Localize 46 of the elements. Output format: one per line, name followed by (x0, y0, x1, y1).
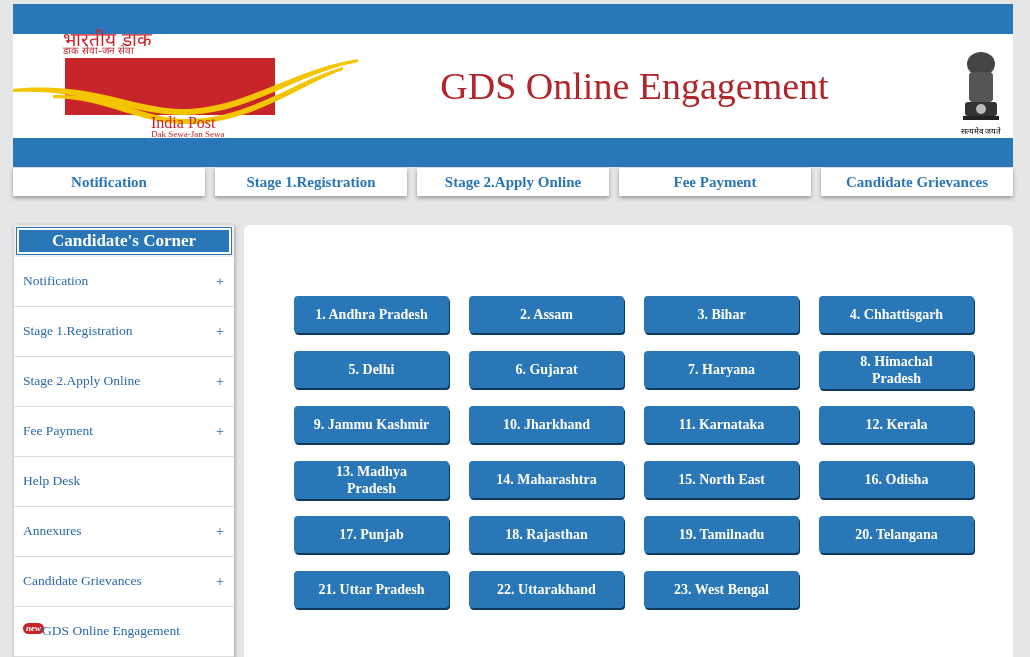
state-button[interactable]: 19. Tamilnadu (644, 516, 799, 553)
site-title: GDS Online Engagement (439, 63, 830, 109)
nav-tab[interactable]: Candidate Grievances (821, 168, 1013, 196)
state-button[interactable]: 3. Bihar (644, 296, 799, 333)
state-button[interactable]: 10. Jharkhand (469, 406, 624, 443)
state-button[interactable]: 16. Odisha (819, 461, 974, 498)
state-button[interactable]: 23. West Bengal (644, 571, 799, 608)
state-button[interactable]: 20. Telangana (819, 516, 974, 553)
state-button[interactable]: 7. Haryana (644, 351, 799, 388)
expand-icon[interactable]: + (216, 371, 224, 392)
state-button[interactable]: 5. Delhi (294, 351, 449, 388)
state-button[interactable]: 17. Punjab (294, 516, 449, 553)
sidebar-link[interactable]: Notification (23, 271, 217, 292)
nav-tab[interactable]: Notification (13, 168, 205, 196)
state-button[interactable]: 15. North East (644, 461, 799, 498)
expand-icon[interactable]: + (216, 321, 224, 342)
expand-icon[interactable]: + (216, 271, 224, 292)
sidebar-link[interactable]: Stage 1.Registration (23, 321, 217, 342)
state-button[interactable]: 13. Madhya Pradesh (294, 461, 449, 499)
state-button[interactable]: 11. Karnataka (644, 406, 799, 443)
nav-tab[interactable]: Stage 2.Apply Online (417, 168, 609, 196)
state-button[interactable]: 1. Andhra Pradesh (294, 296, 449, 333)
state-button[interactable]: 6. Gujarat (469, 351, 624, 388)
state-button[interactable]: 12. Kerala (819, 406, 974, 443)
sidebar-link[interactable]: Annexures (23, 521, 217, 542)
expand-icon[interactable]: + (216, 521, 224, 542)
sidebar-link[interactable]: GDS Online Engagement (42, 621, 225, 642)
sidebar-link[interactable]: Help Desk (23, 471, 225, 492)
state-button[interactable]: 14. Maharashtra (469, 461, 624, 498)
state-button[interactable]: 2. Assam (469, 296, 624, 333)
nav-tab[interactable]: Stage 1.Registration (215, 168, 407, 196)
logo-tagline: Dak Sewa-Jan Sewa (151, 130, 225, 139)
sidebar-link[interactable]: Stage 2.Apply Online (23, 371, 217, 392)
state-button[interactable]: 8. Himachal Pradesh (819, 351, 974, 389)
state-button[interactable]: 9. Jammu Kashmir (294, 406, 449, 443)
state-button[interactable]: 18. Rajasthan (469, 516, 624, 553)
nav-tab[interactable]: Fee Payment (619, 168, 811, 196)
sidebar-link[interactable]: Fee Payment (23, 421, 217, 442)
emblem-motto: सत्यमेव जयते (960, 128, 1002, 136)
expand-icon[interactable]: + (216, 421, 224, 442)
sidebar-title: Candidate's Corner (17, 228, 231, 254)
state-button[interactable]: 21. Uttar Pradesh (294, 571, 449, 608)
sidebar-link[interactable]: Candidate Grievances (23, 571, 217, 592)
state-button[interactable]: 22. Uttarakhand (469, 571, 624, 608)
state-button[interactable]: 4. Chhattisgarh (819, 296, 974, 333)
expand-icon[interactable]: + (216, 571, 224, 592)
